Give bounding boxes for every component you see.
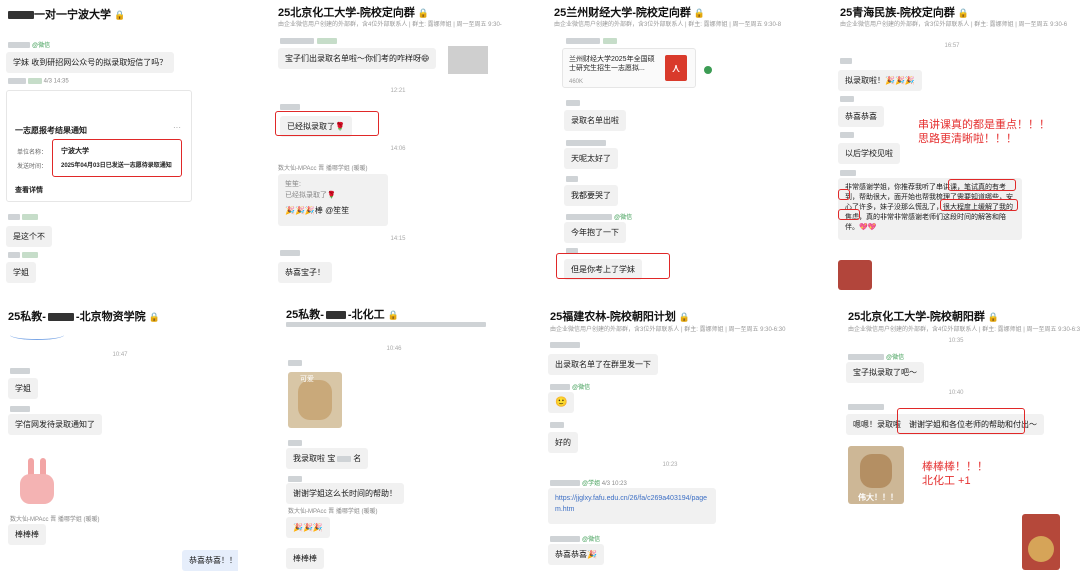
annotation-text: 棒棒棒！！！ (922, 461, 988, 473)
message-bubble: 好的 (548, 432, 578, 453)
annotation-text: 北化工 +1 (922, 475, 971, 487)
timestamp: 10:40 (948, 390, 964, 396)
chat-title: 25私教- -北京物资学院 🔒 (8, 311, 160, 323)
card-title: 一志愿报考结果通知 (15, 126, 87, 135)
timestamp: 10:23 (662, 462, 678, 468)
message-bubble: 🎉🎉🎉 (286, 517, 330, 538)
file-size: 460K (569, 79, 584, 85)
message-bubble: 录取名单出啦 (564, 110, 626, 131)
message-bubble: 学姐 (8, 378, 38, 399)
wave-decoration (10, 330, 64, 340)
chat-title: 25青海民族-院校定向群 🔒 (840, 7, 970, 19)
highlight-box (948, 179, 1016, 191)
message-bubble: 🙂 (548, 392, 575, 413)
chat-panel-fafu: 25福建农林-院校朝阳计划 🔒 由企业微信用户创建的外部群，含3位外部联系人 | … (542, 300, 820, 582)
message-bubble: 天呢太好了 (564, 148, 618, 169)
highlight-box (940, 199, 1018, 211)
quoted-message: 笙笙: 已经拟录取了🌹 🎉🎉🎉棒 @笙笙 (278, 174, 388, 226)
photo-thumbnail (1022, 514, 1060, 570)
message-bubble: 学妹 收到研招网公众号的拟录取短信了吗？ (6, 52, 175, 73)
date-label: 发送时间： (17, 164, 48, 170)
chat-title: 25私教- -北化工 🔒 (286, 309, 399, 321)
highlight-box (556, 253, 670, 279)
timestamp: 10:35 (948, 338, 964, 344)
chat-panel-wuzi: 25私教- -北京物资学院 🔒 10:47 学姐 学信网发待录取通知了 数大仙-MP… (0, 300, 238, 582)
message-bubble: 学姐 (6, 262, 36, 283)
file-attachment[interactable]: 兰州财经大学2025年全国硕士研究生招生一志愿拟... 460K ⋏ (562, 48, 696, 88)
sticker-image: 伟大！！！ (848, 446, 904, 504)
status-dot-icon (704, 66, 712, 74)
chat-title: 25北京化工大学-院校定向群 🔒 (278, 7, 430, 19)
timestamp: 10:47 (112, 352, 128, 358)
chat-subtitle: 由企业微信用户创建的外部群，含3位外部联系人 | 群主: 露娜师姐 | 周一至周… (550, 327, 786, 333)
chat-panel-lanzhou: 25兰州财经大学-院校定向群 🔒 由企业微信用户创建的外部群，含3位外部联系人 |… (546, 0, 810, 290)
sender-name: 数大仙-MPAcc 晋 播哪学姐 (暖暖) (10, 517, 100, 523)
chat-title: 25兰州财经大学-院校定向群 🔒 (554, 7, 706, 19)
chat-subtitle: 由企业微信用户创建的外部群，含3位外部联系人 | 群主: 露娜师姐 | 周一至周… (840, 22, 1068, 28)
chat-panel-buct-1: 25北京化工大学-院校定向群 🔒 由企业微信用户创建的外部群，含4位外部联系人 |… (270, 0, 538, 290)
annotation-text: 思路更清晰啦！！！ (918, 133, 1017, 145)
timestamp: 16:57 (944, 43, 960, 49)
rabbit-sticker-icon (14, 458, 62, 508)
chat-subtitle: 由企业微信用户创建的外部群，含4位外部联系人 | 群主: 露娜师姐 | 周一至周… (278, 22, 502, 28)
message-bubble: 谢谢学姐这么长时间的帮助！ (286, 483, 404, 504)
message-bubble: 我都要哭了 (564, 185, 618, 206)
timestamp: 14:15 (390, 236, 406, 242)
message-bubble: 以后学校见啦 (838, 143, 900, 164)
timestamp: 14:06 (390, 146, 406, 152)
link-message[interactable]: https://jjglxy.fafu.edu.cn/26/fa/c269a40… (548, 488, 716, 524)
message-bubble: 恭喜恭喜🎉 (548, 544, 604, 565)
unit-label: 单位名称： (17, 150, 48, 156)
annotation-text: 串讲课真的都是重点！！！ (918, 119, 1050, 131)
message-bubble: 今年抱了一下 (564, 222, 626, 243)
heart-sticker (838, 260, 872, 290)
chat-panel-qinghai: 25青海民族-院校定向群 🔒 由企业微信用户创建的外部群，含3位外部联系人 | 群… (832, 0, 1080, 290)
highlight-box (52, 139, 182, 177)
message-bubble: 拟录取啦！🎉🎉🎉 (838, 70, 922, 91)
message-bubble: 棒棒棒 (286, 548, 324, 569)
chat-title: 25北京化工大学-院校朝阳群 🔒 (848, 311, 1000, 323)
timestamp: 12:21 (390, 88, 406, 94)
blurred-image (448, 46, 488, 74)
timestamp: 10:46 (386, 346, 402, 352)
message-bubble: 宝子们出录取名单啦～你们考的咋样呀😄 (278, 48, 437, 69)
message-bubble: 出录取名单了在群里发一下 (548, 354, 658, 375)
chat-panel-buct-private: 25私教- -北化工 🔒 10:46 可爱 我录取啦 宝名 谢谢学姐这么长时间的帮助… (278, 300, 530, 582)
chat-title: 一对一宁波大学 🔒 (8, 6, 125, 22)
pdf-icon: ⋏ (665, 55, 687, 81)
message-bubble: 恭喜恭喜 (838, 106, 884, 127)
message-bubble: 学信网发待录取通知了 (8, 414, 102, 435)
chat-subtitle: 由企业微信用户创建的外部群，含3位外部联系人 | 群主: 露娜师姐 | 周一至周… (554, 22, 782, 28)
sender-name: 数大仙-MPAcc 晋 播哪学姐 (暖暖) (278, 166, 368, 172)
highlight-box (897, 408, 1025, 434)
message-bubble: 宝子拟录取了吧～ (846, 362, 924, 383)
highlight-box (838, 209, 860, 220)
chat-panel-ningbo: 一对一宁波大学 🔒 @微信 学妹 收到研招网公众号的拟录取短信了吗？ 4/3 14… (0, 0, 262, 290)
highlight-box (838, 189, 850, 200)
highlight-box (275, 111, 379, 136)
chat-subtitle: 由企业微信用户创建的外部群，含4位外部联系人 | 群主: 露娜师姐 | 周一至周… (848, 327, 1080, 333)
sender-name: 数大仙-MPAcc 晋 播哪学姐 (暖暖) (288, 509, 378, 515)
view-details-link[interactable]: 查看详情 (15, 185, 43, 195)
more-icon[interactable]: ··· (173, 123, 181, 132)
chat-panel-buct-2: 25北京化工大学-院校朝阳群 🔒 由企业微信用户创建的外部群，含4位外部联系人 |… (840, 300, 1080, 582)
message-bubble: 恭喜恭喜！！ (182, 550, 238, 571)
message-bubble: 是这个不 (6, 226, 52, 247)
message-bubble: 棒棒棒 (8, 524, 46, 545)
message-bubble: 我录取啦 宝名 (286, 448, 369, 469)
chat-title: 25福建农林-院校朝阳计划 🔒 (550, 311, 691, 323)
file-name: 兰州财经大学2025年全国硕士研究生招生一志愿拟... (569, 56, 655, 72)
message-bubble: 恭喜宝子！ (278, 262, 332, 283)
sticker-image: 可爱 (288, 372, 342, 428)
